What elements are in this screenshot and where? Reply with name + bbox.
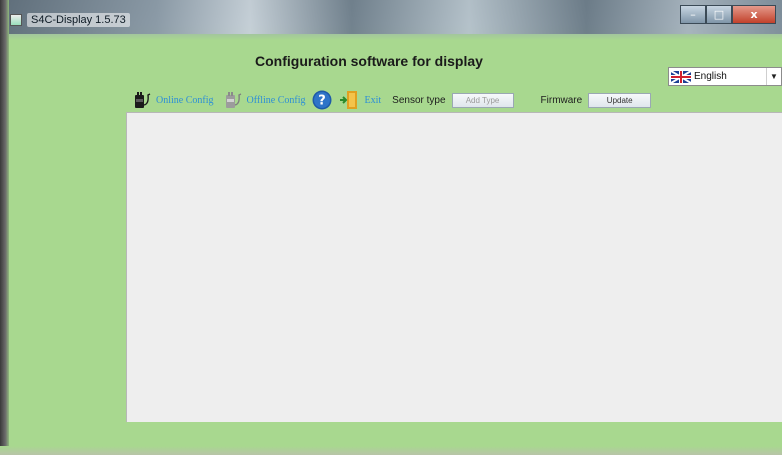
exit-door-icon[interactable]	[339, 89, 361, 111]
app-icon	[10, 14, 22, 26]
toolbar: Online Config Offline Config ? Exit Sens…	[131, 88, 652, 112]
add-type-button[interactable]: Add Type	[451, 92, 514, 108]
maximize-button[interactable]: □	[706, 5, 732, 24]
title-group: S4C-Display 1.5.73	[10, 13, 130, 27]
online-config-link[interactable]: Online Config	[156, 95, 214, 106]
app-window: S4C-Display 1.5.73 – □ x Configuration s…	[0, 0, 782, 455]
online-plug-icon[interactable]	[131, 89, 153, 111]
offline-config-link[interactable]: Offline Config	[247, 95, 306, 106]
firmware-label: Firmware	[540, 94, 583, 106]
offline-plug-icon[interactable]	[222, 89, 244, 111]
update-button[interactable]: Update	[588, 92, 652, 108]
language-selected-value: English	[694, 71, 727, 82]
minimize-button[interactable]: –	[680, 5, 706, 24]
title-bar: S4C-Display 1.5.73 – □ x	[0, 0, 782, 40]
window-left-edge	[0, 0, 9, 455]
chevron-down-icon[interactable]: ▼	[766, 68, 781, 85]
window-controls: – □ x	[680, 5, 776, 24]
sensor-type-label: Sensor type	[392, 94, 446, 106]
help-icon[interactable]: ?	[311, 89, 333, 111]
language-dropdown[interactable]: English ▼	[668, 67, 782, 86]
uk-flag-icon	[671, 70, 691, 83]
content-panel	[126, 112, 782, 422]
exit-link[interactable]: Exit	[364, 95, 381, 106]
close-button[interactable]: x	[732, 5, 776, 24]
help-icon-glyph: ?	[319, 94, 327, 109]
window-bottom-edge	[0, 446, 782, 455]
page-title: Configuration software for display	[255, 53, 483, 69]
window-title: S4C-Display 1.5.73	[27, 13, 130, 27]
